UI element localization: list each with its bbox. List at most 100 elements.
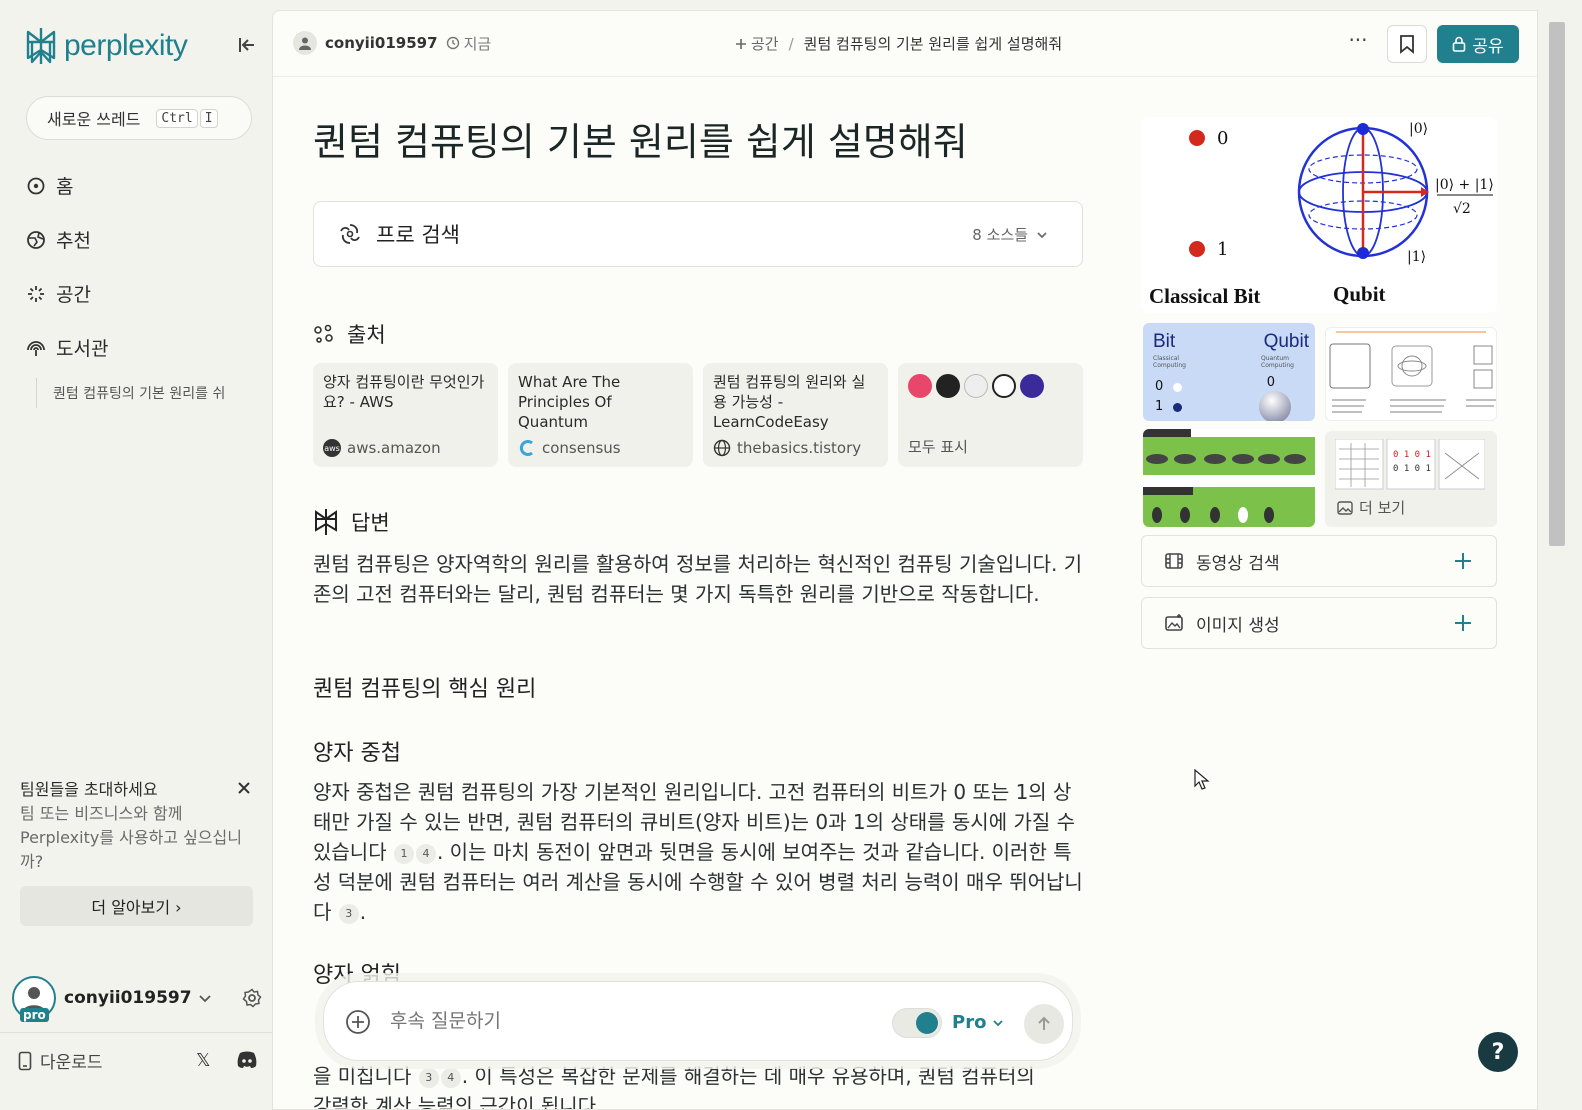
show-all-label: 모두 표시 [908,438,968,456]
send-button[interactable] [1024,1004,1064,1044]
superposition-paragraph: 양자 중첩은 퀀텀 컴퓨팅의 가장 기본적인 원리입니다. 고전 컴퓨터의 비트… [313,777,1083,927]
new-thread-button[interactable]: 새로운 쓰레드 Ctrl I [26,96,252,140]
discord-icon[interactable] [236,1050,258,1070]
source-site: consensus [518,439,621,457]
user-icon [293,31,317,55]
learn-more-button[interactable]: 더 알아보기 › [20,886,253,926]
timestamp-label: 지금 [463,34,492,53]
image-result-quantum-diagram[interactable] [1325,327,1497,421]
more-options-button[interactable]: ··· [1343,30,1373,57]
sidebar-item-label: 도서관 [56,338,109,360]
image-generate-label: 이미지 생성 [1196,615,1280,636]
help-button[interactable]: ? [1478,1032,1518,1072]
show-all-sources-card[interactable]: 모두 표시 [898,363,1083,467]
model-selector[interactable]: Pro [952,1012,1004,1033]
aws-favicon: aws [323,439,341,457]
pro-toggle[interactable] [892,1008,942,1038]
more-images-button[interactable]: 0 1 0 1 0 1 0 1 더 보기 [1325,431,1497,527]
site-favicon [1020,374,1044,398]
chevron-down-icon [1037,231,1047,238]
source-card[interactable]: What Are The Principles Of Quantum Compu… [508,363,693,467]
image-result-coins[interactable] [1143,429,1315,527]
spaces-icon [28,285,44,302]
answer-intro: 퀀텀 컴퓨팅은 양자역학의 원리를 활용하여 정보를 처리하는 혁신적인 컴퓨팅… [313,552,1083,606]
sources-list: 양자 컴퓨팅이란 무엇인가요? - AWS aws aws.amazon Wha… [313,363,1083,467]
add-to-space-button[interactable]: 공간 [735,33,779,54]
image-result-bloch-sphere[interactable]: 0 1 |0⟩ |1⟩ |0⟩ + |1⟩ √2 Classical Bit Q… [1141,117,1497,313]
citation-badge[interactable]: 1 [393,844,414,864]
sqrt-label: √2 [1453,201,1471,217]
perplexity-answer-icon [315,509,337,535]
bloch-sphere-illustration: 0 1 |0⟩ |1⟩ |0⟩ + |1⟩ √2 Classical Bit Q… [1149,121,1494,308]
mouse-cursor-icon [1194,769,1210,790]
sources-icon [314,324,333,343]
breadcrumb: 공간 / 퀀텀 컴퓨팅의 기본 원리를 쉽게 설명해줘 [735,33,1062,54]
video-icon [1165,553,1183,569]
sidebar-item-discover[interactable]: 추천 [26,226,91,253]
source-site: aws aws.amazon [323,439,441,457]
thumb-qubit-label: Qubit [1263,331,1309,352]
sidebar-item-home[interactable]: 홈 [26,172,73,199]
library-icon [27,340,45,356]
qubit-label: Qubit [1333,282,1386,306]
lock-icon [1453,36,1466,52]
sidebar: perplexity 새로운 쓰레드 Ctrl I 홈 추천 공간 도서관 퀀텀… [0,0,272,1110]
user-menu[interactable]: pro conyii019597 [12,970,262,1026]
video-search-button[interactable]: 동영상 검색 [1141,535,1497,587]
svg-text:0 1 0 1: 0 1 0 1 [1393,464,1431,474]
thumb-quantum-caption: Quantum Computing [1261,355,1294,369]
sources-count-toggle[interactable]: 8 소스들 [972,224,1048,245]
close-icon[interactable] [236,780,252,796]
scrollbar-thumb[interactable] [1549,22,1565,546]
download-link[interactable]: 다운로드 [18,1048,103,1073]
sidebar-item-label: 공간 [56,284,91,306]
pro-search-icon [340,224,360,244]
sources-heading: 출처 [313,319,386,349]
thumb-dot [1173,383,1182,392]
citation-badge[interactable]: 4 [415,844,436,864]
state-1-label: 1 [1217,239,1228,260]
sidebar-item-library[interactable]: 도서관 [26,334,108,361]
citation-badge[interactable]: 3 [338,904,359,924]
image-icon [1337,500,1353,515]
invite-banner: 팀원들을 초대하세요 팀 또는 비즈니스와 함께 Perplexity를 사용하… [20,776,256,926]
image-result-bit-vs-qubit[interactable]: Bit Qubit Classical Computing Quantum Co… [1143,323,1315,421]
section-heading-core: 퀀텀 컴퓨팅의 핵심 원리 [313,677,537,702]
gear-icon[interactable] [242,988,262,1008]
followup-input[interactable] [390,1010,810,1032]
answer-text: 강력한 계산 능력의 근간이 됩니다 [313,1094,597,1110]
perplexity-logo[interactable]: perplexity [24,26,188,66]
sidebar-item-spaces[interactable]: 공간 [26,280,91,307]
invite-body: 팀 또는 비즈니스와 함께 Perplexity를 사용하고 싶으십니까? [20,804,242,871]
citation-badge[interactable]: 3 [418,1068,439,1088]
collapse-sidebar-icon[interactable] [236,34,258,56]
thumb-dot [1173,403,1182,412]
attach-plus-icon[interactable] [344,1008,372,1036]
breadcrumb-thread-title: 퀀텀 컴퓨팅의 기본 원리를 쉽게 설명해줘 [803,35,1063,53]
source-card[interactable]: 양자 컴퓨팅이란 무엇인가요? - AWS aws aws.amazon [313,363,498,467]
recent-thread-link[interactable]: 퀀텀 컴퓨팅의 기본 원리를 쉬 [36,378,246,408]
section-heading-superposition: 양자 중첩 [313,741,401,766]
pro-search-panel[interactable]: 프로 검색 8 소스들 [313,201,1083,267]
download-label: 다운로드 [40,1053,103,1073]
answer-text: . [359,900,367,924]
pro-badge: pro [20,1008,49,1022]
thumb-bit-label: Bit [1153,331,1176,352]
main-panel: conyii019597 지금 공간 / 퀀텀 컴퓨팅의 기본 원리를 쉽게 설… [272,10,1538,1110]
citation-badge[interactable]: 4 [440,1068,461,1088]
thumb-zero: 0 [1155,379,1164,394]
share-button[interactable]: 공유 [1437,25,1519,63]
model-label: Pro [952,1012,987,1033]
ket-0-label: |0⟩ [1409,121,1428,137]
image-generate-button[interactable]: 이미지 생성 [1141,597,1497,649]
bookmark-button[interactable] [1387,25,1427,63]
quantum-workflow-illustration [1329,331,1496,413]
space-label: 공간 [751,35,779,53]
logo-text: perplexity [64,29,188,62]
favicon-row [908,374,1073,398]
source-card[interactable]: 퀀텀 컴퓨팅의 원리와 실용 가능성 - LearnCodeEasy theba… [703,363,888,467]
x-twitter-icon[interactable]: 𝕏 [196,1050,211,1071]
pro-search-label: 프로 검색 [376,223,460,247]
thumb-zero: 0 [1266,375,1275,390]
thumb-sphere [1259,391,1291,421]
